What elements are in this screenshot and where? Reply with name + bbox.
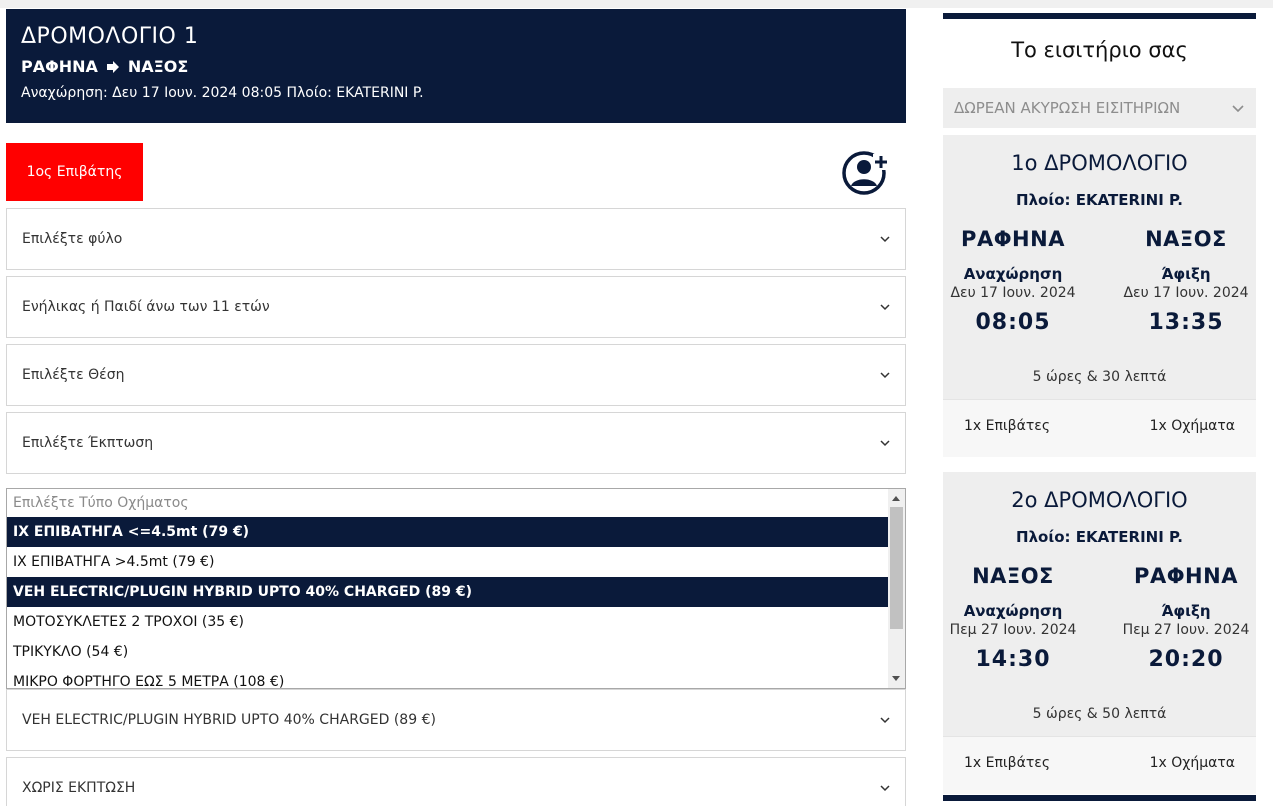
vehicle-select[interactable]: VEH ELECTRIC/PLUGIN HYBRID UPTO 40% CHAR… — [6, 689, 906, 751]
scroll-down-icon[interactable] — [892, 676, 900, 681]
departure-label: Αναχώρηση — [963, 602, 1063, 620]
discount-select[interactable]: Επιλέξτε Έκπτωση — [6, 412, 906, 474]
age-select[interactable]: Ενήλικας ή Παιδί άνω των 11 ετών — [6, 276, 906, 338]
trip-card-2: 2ο ΔΡΟΜΟΛΟΓΙΟ Πλοίο: EKATERINI P. ΝΑΞΟΣ … — [943, 472, 1256, 794]
trip-arrival: ΝΑΞΟΣ Άφιξη Δευ 17 Ιουν. 2024 13:35 — [1116, 227, 1256, 335]
gender-select[interactable]: Επιλέξτε φύλο — [6, 208, 906, 270]
summary-title: Το εισιτήριο σας — [1011, 38, 1188, 62]
vehicle-discount-select[interactable]: ΧΩΡΙΣ ΕΚΠΤΩΣΗ — [6, 757, 906, 806]
passenger-count: 1x Επιβάτες — [964, 755, 1051, 771]
trip-title: 1ο ΔΡΟΜΟΛΟΓΙΟ — [1011, 151, 1188, 175]
arrival-label: Άφιξη — [1161, 265, 1211, 283]
route-to: ΝΑΞΟΣ — [127, 57, 189, 76]
free-cancellation-label: ΔΩΡΕΑΝ ΑΚΥΡΩΣΗ ΕΙΣΙΤΗΡΙΩΝ — [954, 99, 1181, 117]
chevron-down-icon — [880, 236, 890, 243]
trip-duration: 5 ώρες & 30 λεπτά — [1032, 369, 1167, 385]
arrival-port: ΡΑΦΗΝΑ — [1134, 564, 1238, 588]
chevron-down-icon — [880, 304, 890, 311]
arrival-time: 20:20 — [1148, 647, 1224, 672]
chevron-down-icon — [880, 717, 890, 724]
trip-card-1: 1ο ΔΡΟΜΟΛΟΓΙΟ Πλοίο: EKATERINI P. ΡΑΦΗΝΑ… — [943, 135, 1256, 457]
route-meta: Αναχώρηση: Δευ 17 Ιουν. 2024 08:05 Πλοίο… — [21, 85, 424, 101]
departure-date: Δευ 17 Ιουν. 2024 — [950, 285, 1076, 301]
summary-bottom-bar — [943, 795, 1256, 801]
vehicle-count: 1x Οχήματα — [1149, 755, 1235, 771]
discount-select-label: Επιλέξτε Έκπτωση — [22, 435, 154, 451]
trip-footer: 1x Επιβάτες 1x Οχήματα — [943, 399, 1256, 457]
route-ports: ΡΑΦΗΝΑ ΝΑΞΟΣ — [21, 57, 891, 76]
route-title: ΔΡΟΜΟΛΟΓΙΟ 1 — [21, 24, 199, 49]
vehicle-option[interactable]: ΤΡΙΚΥΚΛΟ (54 €) — [7, 637, 889, 667]
scroll-up-icon[interactable] — [892, 496, 900, 501]
chevron-down-icon — [880, 372, 890, 379]
passenger-tab-1[interactable]: 1ος Επιβάτης — [6, 143, 143, 201]
vehicle-option-placeholder: Επιλέξτε Τύπο Οχήματος — [13, 495, 189, 511]
scroll-thumb[interactable] — [890, 507, 903, 629]
free-cancellation-toggle[interactable]: ΔΩΡΕΑΝ ΑΚΥΡΩΣΗ ΕΙΣΙΤΗΡΙΩΝ — [943, 88, 1256, 128]
vehicle-option[interactable]: VEH ELECTRIC/PLUGIN HYBRID UPTO 40% CHAR… — [7, 577, 889, 607]
arrival-time: 13:35 — [1148, 310, 1224, 335]
booking-page: ΔΡΟΜΟΛΟΓΙΟ 1 ΡΑΦΗΝΑ ΝΑΞΟΣ Αναχώρηση: Δευ… — [0, 0, 1273, 806]
top-strip — [0, 0, 1273, 8]
arrival-date: Πεμ 27 Ιουν. 2024 — [1122, 622, 1250, 638]
departure-time: 08:05 — [975, 310, 1051, 335]
gender-select-label: Επιλέξτε φύλο — [22, 231, 123, 247]
chevron-down-icon — [880, 785, 890, 792]
vehicle-type-listbox[interactable]: Επιλέξτε Τύπο Οχήματος ΙΧ ΕΠΙΒΑΤΗΓΑ <=4.… — [6, 488, 906, 689]
vehicle-select-label: VEH ELECTRIC/PLUGIN HYBRID UPTO 40% CHAR… — [22, 712, 436, 728]
trip-duration: 5 ώρες & 50 λεπτά — [1032, 706, 1167, 722]
chevron-down-icon — [880, 440, 890, 447]
trip-arrival: ΡΑΦΗΝΑ Άφιξη Πεμ 27 Ιουν. 2024 20:20 — [1116, 564, 1256, 672]
departure-port: ΡΑΦΗΝΑ — [961, 227, 1065, 251]
route-header: ΔΡΟΜΟΛΟΓΙΟ 1 ΡΑΦΗΝΑ ΝΑΞΟΣ Αναχώρηση: Δευ… — [6, 9, 906, 123]
arrival-date: Δευ 17 Ιουν. 2024 — [1123, 285, 1249, 301]
vehicle-discount-label: ΧΩΡΙΣ ΕΚΠΤΩΣΗ — [22, 780, 136, 796]
trip-title: 2ο ΔΡΟΜΟΛΟΓΙΟ — [1011, 488, 1188, 512]
vehicle-count: 1x Οχήματα — [1149, 418, 1235, 434]
listbox-scrollbar[interactable] — [888, 489, 905, 688]
vehicle-option[interactable]: ΜΙΚΡΟ ΦΟΡΤΗΓΟ ΕΩΣ 5 ΜΕΤΡΑ (108 €) — [7, 667, 889, 688]
seat-select-label: Επιλέξτε Θέση — [22, 367, 125, 383]
trip-ship: Πλοίο: EKATERINI P. — [1016, 528, 1183, 546]
vehicle-option[interactable]: ΙΧ ΕΠΙΒΑΤΗΓΑ <=4.5mt (79 €) — [7, 517, 889, 547]
chevron-down-icon — [1232, 105, 1244, 113]
trip-departure: ΝΑΞΟΣ Αναχώρηση Πεμ 27 Ιουν. 2024 14:30 — [943, 564, 1083, 672]
trip-departure: ΡΑΦΗΝΑ Αναχώρηση Δευ 17 Ιουν. 2024 08:05 — [943, 227, 1083, 335]
route-from: ΡΑΦΗΝΑ — [21, 57, 98, 76]
trip-footer: 1x Επιβάτες 1x Οχήματα — [943, 736, 1256, 794]
vehicle-option[interactable]: ΙΧ ΕΠΙΒΑΤΗΓΑ >4.5mt (79 €) — [7, 547, 889, 577]
vehicle-option[interactable]: ΜΟΤΟΣΥΚΛΕΤΕΣ 2 ΤΡΟΧΟΙ (35 €) — [7, 607, 889, 637]
arrival-label: Άφιξη — [1161, 602, 1211, 620]
departure-port: ΝΑΞΟΣ — [972, 564, 1054, 588]
add-user-icon[interactable] — [842, 150, 890, 196]
departure-time: 14:30 — [975, 647, 1051, 672]
age-select-label: Ενήλικας ή Παιδί άνω των 11 ετών — [22, 299, 270, 315]
passenger-count: 1x Επιβάτες — [964, 418, 1051, 434]
seat-select[interactable]: Επιλέξτε Θέση — [6, 344, 906, 406]
arrival-port: ΝΑΞΟΣ — [1145, 227, 1227, 251]
trip-ship: Πλοίο: EKATERINI P. — [1016, 191, 1183, 209]
summary-top-bar — [943, 13, 1256, 19]
departure-date: Πεμ 27 Ιουν. 2024 — [949, 622, 1077, 638]
departure-label: Αναχώρηση — [963, 265, 1063, 283]
arrow-right-icon — [106, 60, 119, 73]
